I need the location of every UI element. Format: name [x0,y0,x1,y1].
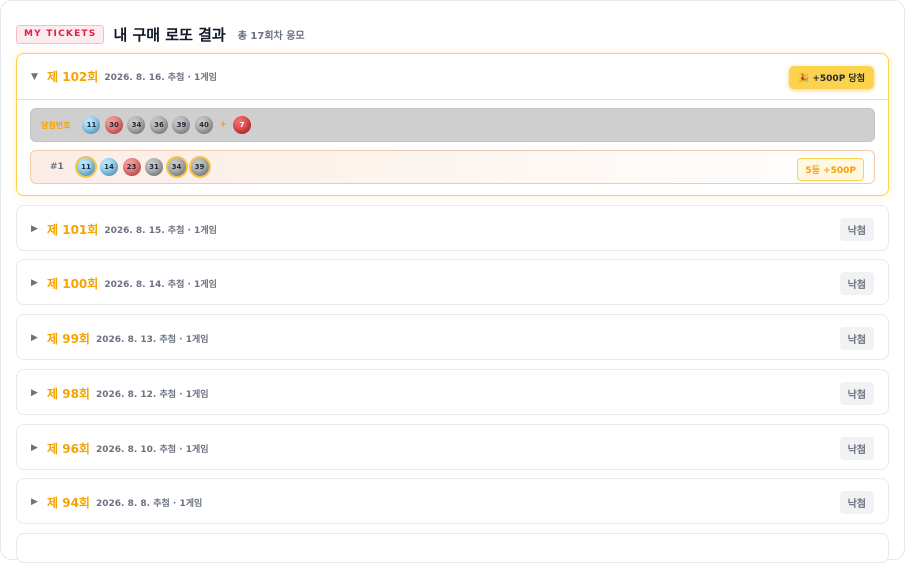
section-tag: MY TICKETS [16,25,105,44]
status-badge: 낙첨 [839,218,874,241]
win-badge: 🎉 +500P 당첨 [789,66,874,89]
draw-meta: 2026. 8. 12. 추첨 · 1게임 [95,389,209,400]
round-number: 제 96회 [47,441,90,456]
tickets-panel: MY TICKETS 내 구매 로또 결과 총 17회차 응모 ▼ 제 102회… [0,0,905,563]
round-card-header[interactable]: ▶ 제 100회 2026. 8. 14. 추첨 · 1게임 낙첨 [17,260,888,306]
round-number: 제 94회 [47,495,90,510]
ticket-game-row: #1 11 14 23 31 34 39 5등 +500P [30,150,875,184]
status-badge: 낙첨 [839,491,874,514]
round-card-header[interactable]: ▶ 제 101회 2026. 8. 15. 추첨 · 1게임 낙첨 [17,206,888,252]
picked-ball: 11 [77,158,95,176]
status-badge: 낙첨 [839,382,874,405]
expand-arrow-icon[interactable]: ▶ [31,497,47,507]
page-title: 내 구매 로또 결과 [113,26,226,44]
round-card[interactable]: ▶ 제 99회 2026. 8. 13. 추첨 · 1게임 낙첨 [16,314,889,360]
round-card-header[interactable]: ▶ 제 94회 2026. 8. 8. 추첨 · 1게임 낙첨 [17,479,888,525]
entry-count: 총 17회차 응모 [237,31,305,42]
winning-ball: 40 [194,116,213,134]
winning-ball: 39 [172,116,191,134]
expand-arrow-icon[interactable]: ▶ [31,388,47,398]
picked-ball: 23 [122,158,141,176]
round-number: 제 99회 [47,331,90,346]
status-badge: 낙첨 [839,437,874,460]
page-header: MY TICKETS 내 구매 로또 결과 총 17회차 응모 [16,24,305,45]
collapse-arrow-icon[interactable]: ▼ [31,72,47,82]
expand-arrow-icon[interactable]: ▶ [31,333,47,343]
status-badge: 낙첨 [839,327,874,350]
status-badge: 낙첨 [839,272,874,295]
draw-meta: 2026. 8. 15. 추첨 · 1게임 [104,225,217,236]
round-card-header[interactable]: ▶ 제 99회 2026. 8. 13. 추첨 · 1게임 낙첨 [17,315,888,361]
draw-meta: 2026. 8. 8. 추첨 · 1게임 [95,498,203,509]
round-card-header[interactable]: ▼ 제 102회 2026. 8. 16. 추첨 · 1게임 🎉 +500P 당… [17,54,888,100]
round-card[interactable]: ▶ 제 98회 2026. 8. 12. 추첨 · 1게임 낙첨 [16,369,889,415]
game-number: #1 [50,162,64,172]
bonus-ball: 7 [233,116,251,134]
picked-ball: 34 [167,158,186,176]
round-card[interactable]: ▶ 제 96회 2026. 8. 10. 추첨 · 1게임 낙첨 [16,424,889,470]
round-number: 제 102회 [47,70,99,84]
winning-ball: 34 [127,116,146,134]
round-number: 제 98회 [47,386,90,401]
expand-arrow-icon[interactable]: ▶ [31,278,47,288]
round-card[interactable]: ▶ 제 101회 2026. 8. 15. 추첨 · 1게임 낙첨 [16,205,889,251]
round-card[interactable]: ▶ 제 100회 2026. 8. 14. 추첨 · 1게임 낙첨 [16,259,889,305]
round-card-header[interactable]: ▶ 제 98회 2026. 8. 12. 추첨 · 1게임 낙첨 [17,370,888,416]
round-number: 제 101회 [47,222,99,237]
round-card-102: ▼ 제 102회 2026. 8. 16. 추첨 · 1게임 🎉 +500P 당… [16,53,889,196]
round-card-partial[interactable] [16,533,889,563]
winning-ball: 11 [82,116,101,134]
round-number: 제 100회 [47,276,99,291]
expand-arrow-icon[interactable]: ▶ [31,224,47,234]
winning-numbers-label: 당첨번호 [41,120,71,130]
plus-sign: + [219,120,227,130]
winning-ball: 30 [104,116,123,134]
draw-meta: 2026. 8. 16. 추첨 · 1게임 [104,73,217,83]
picked-ball: 31 [145,158,163,176]
winning-numbers-row: 당첨번호 11 30 34 36 39 40 + 7 [30,108,875,142]
draw-meta: 2026. 8. 14. 추첨 · 1게임 [104,279,217,290]
draw-meta: 2026. 8. 10. 추첨 · 1게임 [95,444,209,455]
round-card-header[interactable]: ▶ 제 96회 2026. 8. 10. 추첨 · 1게임 낙첨 [17,425,888,471]
expand-arrow-icon[interactable]: ▶ [31,443,47,453]
winning-ball: 36 [149,116,168,134]
draw-meta: 2026. 8. 13. 추첨 · 1게임 [95,334,209,345]
prize-badge: 5등 +500P [797,158,864,181]
picked-ball: 39 [190,158,209,176]
round-card[interactable]: ▶ 제 94회 2026. 8. 8. 추첨 · 1게임 낙첨 [16,478,889,524]
picked-ball: 14 [100,158,118,176]
